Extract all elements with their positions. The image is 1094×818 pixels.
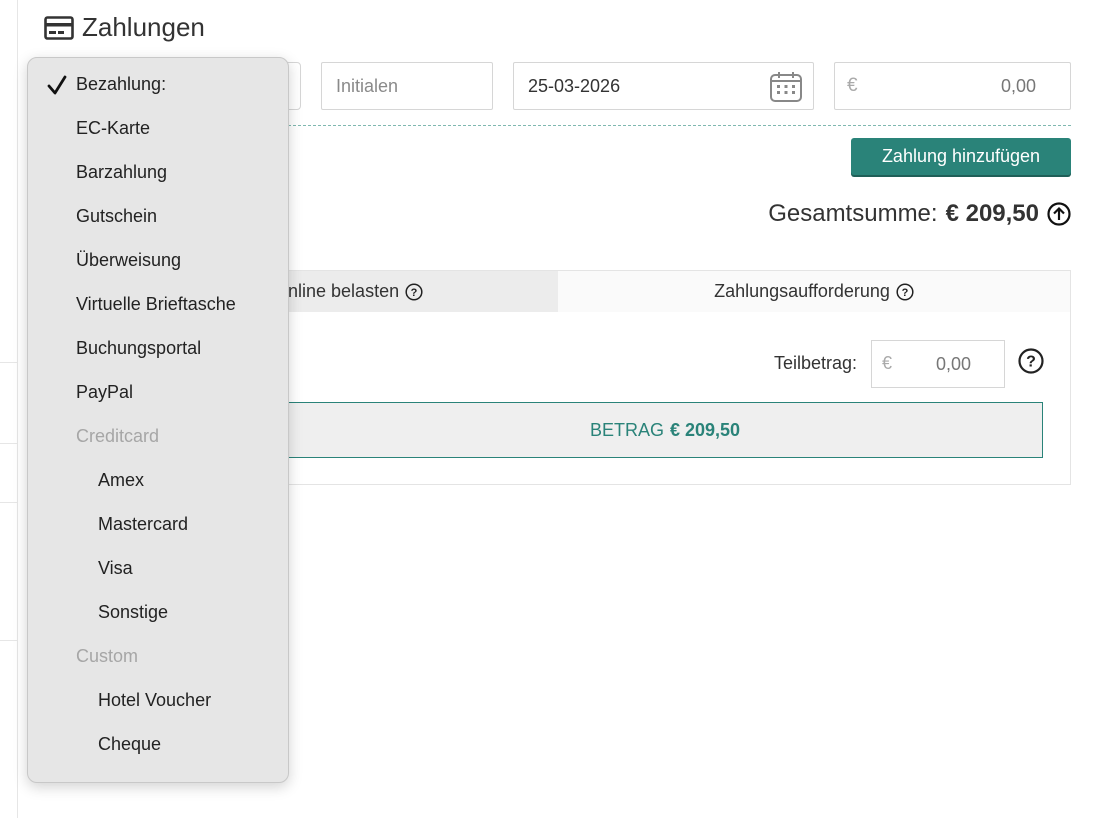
dropdown-group-label: Creditcard <box>28 414 288 458</box>
dropdown-option[interactable]: Gutschein <box>28 194 288 238</box>
dropdown-option[interactable]: Mastercard <box>28 502 288 546</box>
dropdown-option[interactable]: EC-Karte <box>28 106 288 150</box>
svg-text:?: ? <box>411 287 418 299</box>
dropdown-option-label: Amex <box>98 469 145 490</box>
divider <box>0 640 17 641</box>
dropdown-option-label: Gutschein <box>76 205 158 226</box>
divider <box>0 362 17 363</box>
dropdown-option-label: Sonstige <box>98 601 169 622</box>
date-field[interactable] <box>513 62 814 110</box>
page-title: Zahlungen <box>44 12 205 43</box>
tab-payment-request[interactable]: Zahlungsaufforderung ? <box>558 271 1070 312</box>
initials-field[interactable] <box>321 62 493 110</box>
dropdown-option-label: EC-Karte <box>76 117 151 138</box>
dropdown-option-label: Virtuelle Brieftasche <box>76 293 236 314</box>
dropdown-option-label: Visa <box>98 557 133 578</box>
charge-label: BETRAG <box>589 419 664 440</box>
partial-amount-label: Teilbetrag: <box>774 353 858 373</box>
help-icon[interactable]: ? <box>405 282 423 301</box>
dropdown-option[interactable]: Visa <box>28 546 288 590</box>
page-title-text: Zahlungen <box>82 12 205 42</box>
divider <box>0 443 17 444</box>
tab-label: Zahlungsaufforderung <box>714 281 890 301</box>
dropdown-option-label: Bezahlung: <box>76 73 167 94</box>
payment-method-dropdown[interactable]: Bezahlung: EC-Karte Barzahlung Gutschein Übe… <box>27 57 289 783</box>
dropdown-option-label: Barzahlung <box>76 161 168 182</box>
dropdown-option-label: Hotel Voucher <box>98 689 212 710</box>
dropdown-option[interactable]: Amex <box>28 458 288 502</box>
amount-field[interactable]: € <box>834 62 1071 110</box>
dropdown-option-label: Custom <box>76 645 139 666</box>
dropdown-option[interactable]: Überweisung <box>28 238 288 282</box>
divider <box>0 502 17 503</box>
partial-amount-field[interactable]: € <box>871 340 1005 388</box>
dropdown-option[interactable]: PayPal <box>28 370 288 414</box>
dropdown-option-label: Buchungsportal <box>76 337 202 358</box>
charge-amount: € 209,50 <box>669 419 741 440</box>
left-sidebar-edge <box>0 0 18 818</box>
dropdown-option-label: PayPal <box>76 381 134 402</box>
arrow-up-circle-icon[interactable] <box>1047 202 1071 226</box>
currency-symbol: € <box>882 353 893 373</box>
total-label: Gesamtsumme: <box>768 200 938 227</box>
tab-label: nline belasten <box>288 281 400 301</box>
calendar-icon[interactable] <box>769 71 803 103</box>
dropdown-option-label: Mastercard <box>98 513 189 534</box>
dropdown-option[interactable]: Bezahlung: <box>28 62 288 106</box>
dropdown-option[interactable]: Sonstige <box>28 590 288 634</box>
total-amount: € 209,50 <box>945 200 1039 227</box>
help-icon[interactable]: ? <box>896 282 914 301</box>
dropdown-option[interactable]: Hotel Voucher <box>28 678 288 722</box>
dropdown-group-label: Custom <box>28 634 288 678</box>
dropdown-option-label: Überweisung <box>76 249 182 270</box>
svg-text:?: ? <box>902 287 909 299</box>
payment-panel: nline belasten ? Zahlungsaufforderung ? … <box>287 270 1071 485</box>
svg-text:?: ? <box>1026 354 1036 371</box>
checkmark-icon <box>46 74 68 96</box>
dropdown-option[interactable]: Virtuelle Brieftasche <box>28 282 288 326</box>
dashed-divider <box>288 125 1071 126</box>
credit-card-icon <box>44 13 74 43</box>
tab-online-charge[interactable]: nline belasten ? <box>288 271 558 312</box>
dropdown-option[interactable]: Barzahlung <box>28 150 288 194</box>
charge-amount-button[interactable]: BETRAG € 209,50 <box>287 402 1043 458</box>
total-sum: Gesamtsumme: € 209,50 <box>768 200 1071 228</box>
dropdown-option[interactable]: Buchungsportal <box>28 326 288 370</box>
currency-symbol: € <box>847 75 858 96</box>
amount-input[interactable] <box>835 63 1070 109</box>
help-icon[interactable]: ? <box>1018 348 1044 374</box>
initials-input[interactable] <box>322 63 492 109</box>
dropdown-option[interactable]: Cheque <box>28 722 288 766</box>
dropdown-option-label: Cheque <box>98 733 162 754</box>
dropdown-option-label: Creditcard <box>76 425 160 446</box>
add-payment-button[interactable]: Zahlung hinzufügen <box>851 138 1071 175</box>
